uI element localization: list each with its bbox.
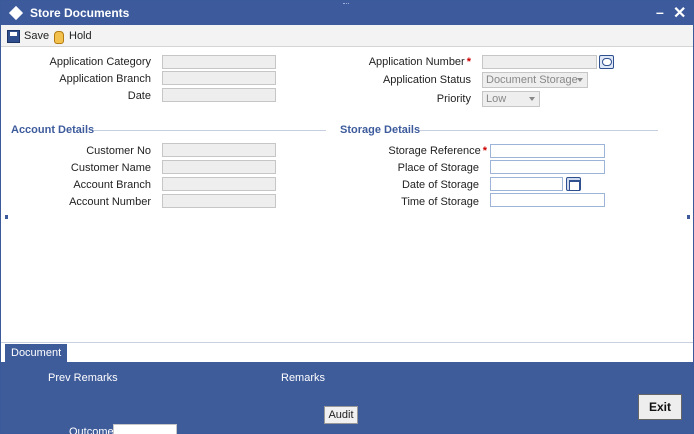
save-icon [7, 29, 20, 43]
application-status-value: Document Storage [486, 74, 578, 86]
date-label: Date [127, 90, 151, 102]
place-of-storage-field[interactable] [490, 160, 605, 174]
save-button[interactable]: Save [7, 28, 49, 44]
priority-label: Priority [436, 93, 471, 105]
remarks-panel: Prev Remarks Remarks Audit Exit Outcome [1, 362, 693, 434]
application-category-field[interactable] [162, 55, 276, 69]
toolbar: Save Hold [1, 25, 693, 47]
account-branch-label: Account Branch [73, 179, 151, 191]
time-of-storage-field[interactable] [490, 193, 605, 207]
date-of-storage-field[interactable] [490, 177, 563, 191]
minimize-icon[interactable]: – [656, 4, 664, 20]
account-branch-field[interactable] [162, 177, 276, 191]
outcome-field[interactable] [113, 424, 177, 434]
title-bar: Store Documents – ✕ [1, 1, 693, 25]
priority-select[interactable]: Low [482, 91, 540, 107]
store-documents-window: Store Documents – ✕ Save Hold Applicatio… [0, 0, 694, 434]
application-category-label: Application Category [49, 56, 151, 68]
title-grip[interactable] [343, 3, 349, 6]
application-branch-field[interactable] [162, 71, 276, 85]
application-number-field[interactable] [482, 55, 597, 69]
chevron-down-icon [577, 78, 583, 82]
application-number-label-text: Application Number [368, 56, 465, 68]
account-number-label: Account Number [69, 196, 151, 208]
required-mark: * [482, 145, 487, 157]
time-of-storage-label: Time of Storage [401, 196, 479, 208]
tab-document[interactable]: Document [5, 344, 68, 363]
storage-details-heading: Storage Details [340, 124, 421, 136]
remarks-link[interactable]: Remarks [281, 372, 325, 384]
customer-name-label: Customer Name [70, 162, 151, 174]
audit-button[interactable]: Audit [324, 406, 358, 424]
save-label: Save [24, 30, 50, 42]
place-of-storage-label: Place of Storage [397, 162, 479, 174]
application-status-label: Application Status [382, 74, 471, 86]
resize-handle-left[interactable] [5, 215, 8, 219]
prev-remarks-link[interactable]: Prev Remarks [48, 372, 118, 384]
customer-no-field[interactable] [162, 143, 276, 157]
window-diamond-icon [8, 5, 24, 21]
storage-reference-field[interactable] [490, 144, 605, 158]
account-number-field[interactable] [162, 194, 276, 208]
application-branch-label: Application Branch [59, 73, 151, 85]
priority-value: Low [486, 93, 507, 105]
application-number-label: Application Number * [341, 56, 471, 68]
window-title: Store Documents [30, 6, 130, 20]
exit-button[interactable]: Exit [638, 394, 682, 420]
application-status-select[interactable]: Document Storage [482, 72, 588, 88]
hold-label: Hold [69, 30, 92, 42]
storage-reference-label-text: Storage Reference [388, 145, 481, 157]
customer-name-field[interactable] [162, 160, 276, 174]
account-details-heading: Account Details [11, 124, 95, 136]
lov-search-icon[interactable] [599, 55, 614, 69]
tab-bar: Document [1, 342, 693, 363]
outcome-label: Outcome [69, 426, 114, 434]
date-field[interactable] [162, 88, 276, 102]
storage-details-divider [420, 130, 658, 131]
storage-reference-label: Storage Reference * [341, 145, 487, 157]
account-details-divider [94, 130, 326, 131]
hold-hand-icon [52, 30, 65, 44]
date-of-storage-label: Date of Storage [401, 179, 479, 191]
chevron-down-icon [529, 97, 535, 101]
required-mark: * [466, 56, 471, 68]
hold-button[interactable]: Hold [52, 28, 92, 44]
calendar-icon[interactable] [566, 177, 581, 191]
customer-no-label: Customer No [86, 145, 151, 157]
resize-handle-right[interactable] [687, 215, 690, 219]
close-icon[interactable]: ✕ [673, 3, 686, 23]
